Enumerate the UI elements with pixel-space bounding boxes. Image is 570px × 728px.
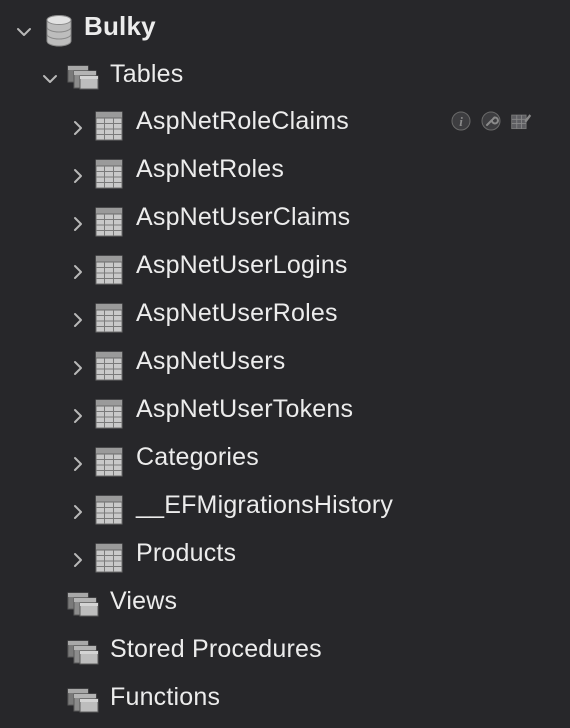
svg-text:i: i xyxy=(459,114,463,129)
table-row[interactable]: AspNetUserRoles xyxy=(0,290,570,338)
row-actions: i xyxy=(450,108,532,134)
table-icon xyxy=(95,495,123,525)
table-icon xyxy=(95,159,123,189)
table-row[interactable]: AspNetRoleClaims i xyxy=(0,98,570,146)
table-name-label: Products xyxy=(136,539,237,567)
info-icon[interactable]: i xyxy=(450,110,472,132)
table-name-label: AspNetUserTokens xyxy=(136,395,354,423)
table-row[interactable]: __EFMigrationsHistory xyxy=(0,482,570,530)
stored-procedures-folder-label: Stored Procedures xyxy=(110,635,322,663)
table-name-label: AspNetUserClaims xyxy=(136,203,351,231)
table-row[interactable]: AspNetRoles xyxy=(0,146,570,194)
table-name-label: __EFMigrationsHistory xyxy=(136,491,394,519)
chevron-right-icon[interactable] xyxy=(68,118,88,138)
folder-stack-icon xyxy=(66,62,102,92)
database-icon xyxy=(44,14,74,48)
table-name-label: AspNetRoleClaims xyxy=(136,107,349,135)
table-icon xyxy=(95,207,123,237)
chevron-down-icon[interactable] xyxy=(14,22,34,42)
table-row[interactable]: AspNetUserTokens xyxy=(0,386,570,434)
chevron-right-icon[interactable] xyxy=(68,358,88,378)
tree-row-views-folder[interactable]: Views xyxy=(0,578,570,626)
table-name-label: AspNetUserLogins xyxy=(136,251,348,279)
functions-folder-label: Functions xyxy=(110,683,221,711)
chevron-right-icon[interactable] xyxy=(68,550,88,570)
views-folder-label: Views xyxy=(110,587,178,615)
chevron-right-icon[interactable] xyxy=(68,406,88,426)
table-icon xyxy=(95,255,123,285)
wrench-icon[interactable] xyxy=(480,110,502,132)
table-row[interactable]: Products xyxy=(0,530,570,578)
table-icon xyxy=(95,303,123,333)
tree-row-database[interactable]: Bulky xyxy=(0,2,570,50)
tree-row-functions-folder[interactable]: Functions xyxy=(0,674,570,722)
table-row[interactable]: AspNetUserLogins xyxy=(0,242,570,290)
chevron-down-icon[interactable] xyxy=(40,69,60,89)
table-name-label: AspNetUserRoles xyxy=(136,299,338,327)
table-edit-icon[interactable] xyxy=(510,110,532,132)
table-icon xyxy=(95,399,123,429)
table-row[interactable]: AspNetUsers xyxy=(0,338,570,386)
table-row[interactable]: Categories xyxy=(0,434,570,482)
chevron-right-icon[interactable] xyxy=(68,310,88,330)
chevron-right-icon[interactable] xyxy=(68,502,88,522)
table-icon xyxy=(95,111,123,141)
chevron-right-icon[interactable] xyxy=(68,166,88,186)
chevron-right-icon[interactable] xyxy=(68,214,88,234)
table-name-label: AspNetRoles xyxy=(136,155,285,183)
folder-stack-icon xyxy=(66,637,102,667)
database-name: Bulky xyxy=(84,11,156,41)
table-icon xyxy=(95,543,123,573)
table-name-label: AspNetUsers xyxy=(136,347,286,375)
table-row[interactable]: AspNetUserClaims xyxy=(0,194,570,242)
tree-row-tables-folder[interactable]: Tables xyxy=(0,50,570,98)
folder-stack-icon xyxy=(66,685,102,715)
tree-row-stored-procedures-folder[interactable]: Stored Procedures xyxy=(0,626,570,674)
table-icon xyxy=(95,447,123,477)
table-icon xyxy=(95,351,123,381)
chevron-right-icon[interactable] xyxy=(68,262,88,282)
folder-stack-icon xyxy=(66,589,102,619)
chevron-right-icon[interactable] xyxy=(68,454,88,474)
table-name-label: Categories xyxy=(136,443,259,471)
tables-folder-label: Tables xyxy=(110,60,184,88)
